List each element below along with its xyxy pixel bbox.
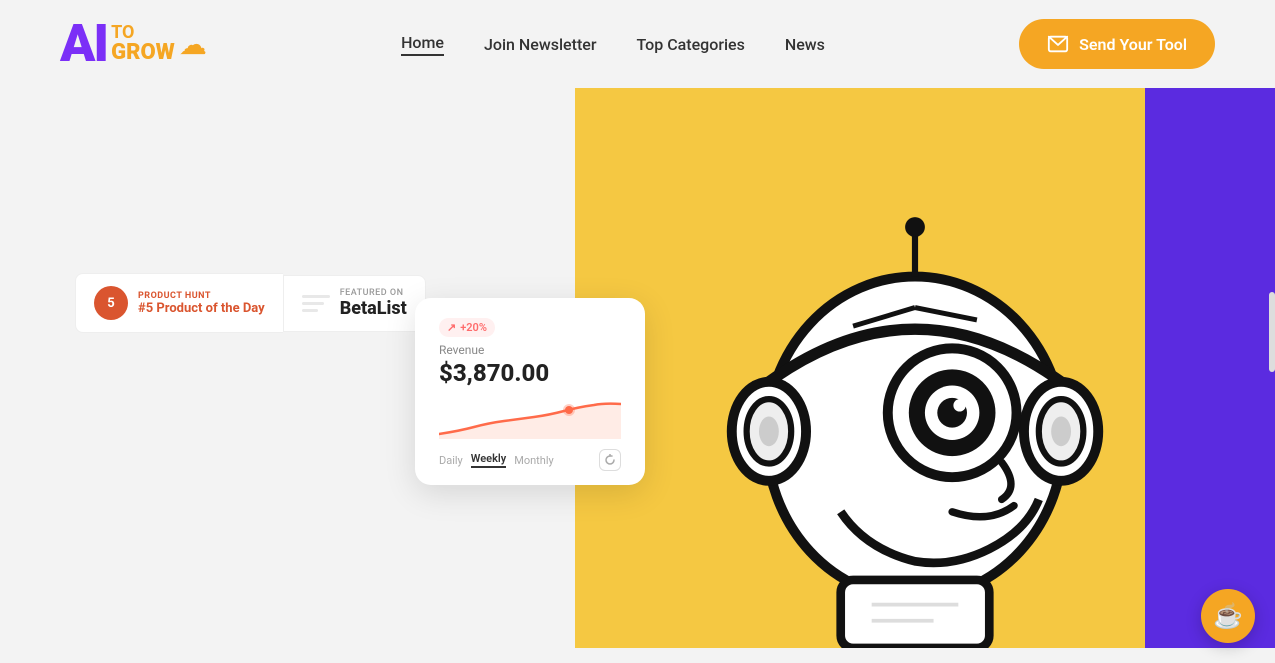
product-hunt-label: PRODUCT HUNT [138,291,265,301]
header: AI TO GROW ☁ Home Join Newsletter Top Ca… [0,0,1275,88]
betalist-text: FEATURED ON BetaList [340,288,407,319]
hero-image-area [575,88,1275,648]
refresh-icon [604,454,616,466]
revenue-chart [439,399,621,439]
revenue-badge-value: +20% [460,321,487,334]
revenue-refresh-button[interactable] [599,449,621,471]
product-hunt-icon: 5 [94,286,128,320]
mail-icon [1047,33,1069,55]
revenue-tab-weekly[interactable]: Weekly [471,452,506,468]
revenue-tabs: Daily Weekly Monthly [439,449,621,471]
nav-join-newsletter[interactable]: Join Newsletter [484,35,597,54]
product-hunt-badge[interactable]: 5 PRODUCT HUNT #5 Product of the Day [75,273,283,333]
nav-top-categories[interactable]: Top Categories [637,35,745,54]
scrollbar[interactable] [1269,292,1275,372]
betalist-label: FEATURED ON [340,288,407,298]
betalist-icon [302,292,330,314]
nav-home[interactable]: Home [401,33,444,56]
revenue-tab-monthly[interactable]: Monthly [514,454,554,467]
main-nav: Home Join Newsletter Top Categories News [401,33,825,56]
main-content: 5 PRODUCT HUNT #5 Product of the Day FEA… [0,88,1275,648]
revenue-label: Revenue [439,343,621,357]
product-hunt-text: PRODUCT HUNT #5 Product of the Day [138,291,265,316]
logo-ai: AI [60,18,107,70]
revenue-badge: ↗ +20% [439,318,495,337]
coffee-icon: ☕ [1213,602,1243,630]
revenue-tab-daily[interactable]: Daily [439,454,463,467]
betalist-badge[interactable]: FEATURED ON BetaList [283,275,426,332]
nav-news[interactable]: News [785,35,825,54]
logo[interactable]: AI TO GROW ☁ [60,18,207,70]
badges-container: 5 PRODUCT HUNT #5 Product of the Day FEA… [75,273,426,333]
product-hunt-value: #5 Product of the Day [138,301,265,316]
robot-container [625,88,1205,648]
cloud-icon: ☁ [179,28,207,61]
revenue-trend-icon: ↗ [447,321,456,334]
buy-me-coffee-button[interactable]: ☕ [1201,589,1255,643]
send-your-tool-button[interactable]: Send Your Tool [1019,19,1215,69]
logo-grow-text: GROW [111,42,175,64]
cta-label: Send Your Tool [1079,35,1187,54]
robot-illustration [655,128,1175,648]
logo-text-right: TO GROW [111,24,175,64]
betalist-value: BetaList [340,298,407,319]
revenue-card: ↗ +20% Revenue $3,870.00 Daily Weekly Mo… [415,298,645,485]
revenue-amount: $3,870.00 [439,359,621,387]
